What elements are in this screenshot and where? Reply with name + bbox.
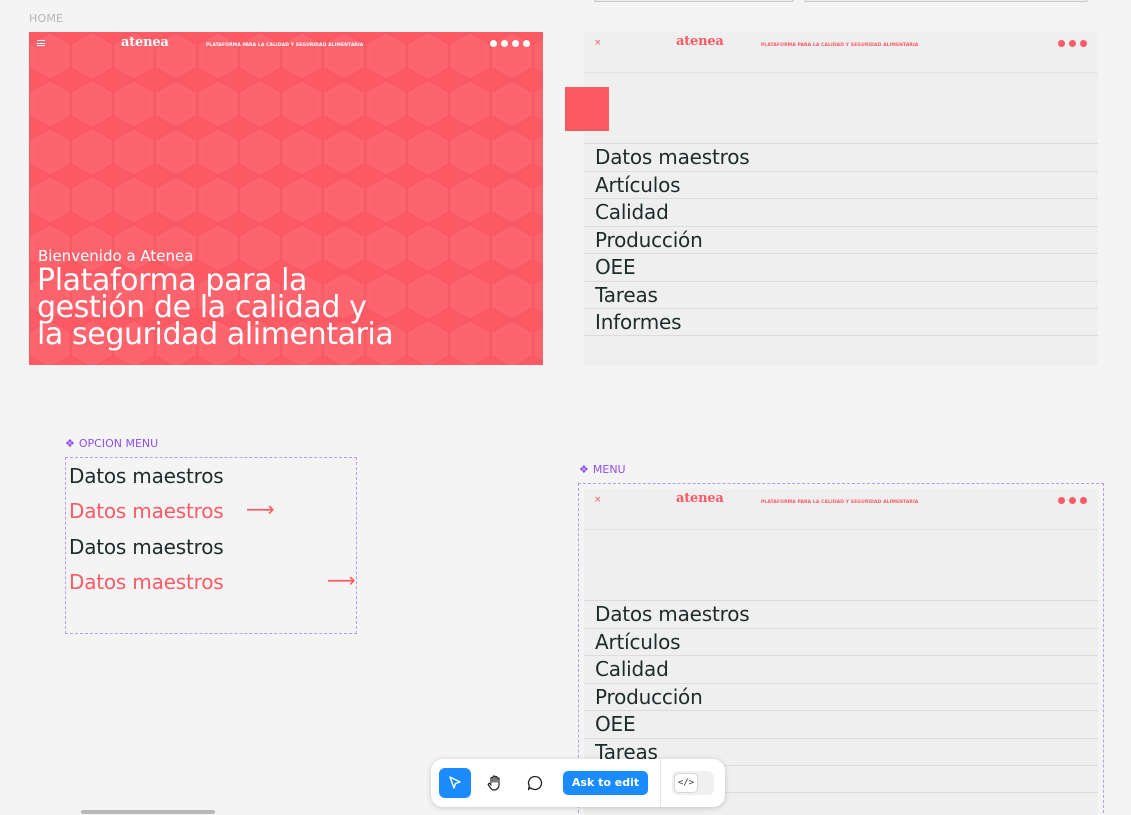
opcion-menu-component[interactable]: Datos maestros Datos maestros ⟶ Datos ma… bbox=[65, 457, 357, 634]
accent-swatch[interactable] bbox=[565, 87, 609, 131]
brand-logo[interactable]: atenea bbox=[676, 491, 724, 506]
component-icon: ❖ bbox=[579, 463, 589, 476]
ask-to-edit-button[interactable]: Ask to edit bbox=[563, 771, 648, 795]
menu-item[interactable]: Artículos bbox=[584, 170, 1098, 199]
menu-item[interactable]: Artículos bbox=[584, 627, 1098, 656]
hand-icon bbox=[487, 775, 500, 791]
menu-item[interactable]: Informes bbox=[584, 308, 1098, 336]
hero-title: Plataforma para la gestión de la calidad… bbox=[37, 266, 397, 352]
header-tagline: PLATAFORMA PARA LA CALIDAD Y SEGURIDAD A… bbox=[761, 43, 919, 48]
menu-item[interactable]: Calidad bbox=[584, 655, 1098, 683]
frame-label-home[interactable]: HOME bbox=[29, 12, 63, 25]
header-icons bbox=[490, 40, 530, 47]
option-default[interactable]: Datos maestros bbox=[69, 535, 224, 559]
menu-item[interactable]: OEE bbox=[584, 253, 1098, 281]
option-hover[interactable]: Datos maestros bbox=[69, 570, 224, 594]
menu-item[interactable]: Producción bbox=[584, 682, 1098, 711]
header-icons bbox=[1058, 497, 1087, 504]
settings-icon[interactable] bbox=[1058, 497, 1065, 504]
menu-item[interactable]: Datos maestros bbox=[584, 143, 1098, 171]
user-icon[interactable] bbox=[512, 40, 519, 47]
pointer-icon bbox=[449, 776, 461, 789]
menu-item[interactable]: Calidad bbox=[584, 198, 1098, 226]
code-icon: </> bbox=[674, 773, 698, 793]
component-name: OPCION MENU bbox=[78, 437, 159, 450]
settings-icon[interactable] bbox=[501, 40, 508, 47]
option-default[interactable]: Datos maestros bbox=[69, 464, 224, 488]
comment-tool-button[interactable] bbox=[519, 768, 551, 798]
brand-logo[interactable]: atenea bbox=[676, 34, 724, 49]
comment-icon bbox=[527, 775, 543, 791]
arrow-right-icon: ⟶ bbox=[327, 568, 356, 592]
menu-open-frame[interactable]: × atenea PLATAFORMA PARA LA CALIDAD Y SE… bbox=[584, 32, 1098, 365]
option-hover[interactable]: Datos maestros bbox=[69, 499, 224, 523]
canvas-toolbar: Ask to edit </> bbox=[431, 759, 725, 807]
home-header: atenea PLATAFORMA PARA LA CALIDAD Y SEGU… bbox=[29, 32, 543, 56]
menu-item[interactable]: OEE bbox=[584, 710, 1098, 738]
hero-title-line: la seguridad alimentaria bbox=[37, 317, 394, 352]
arrow-right-icon: ⟶ bbox=[246, 497, 275, 521]
component-label-opcion-menu[interactable]: ❖ OPCION MENU bbox=[65, 437, 158, 450]
help-icon[interactable] bbox=[490, 40, 497, 47]
globe-icon[interactable] bbox=[523, 40, 530, 47]
frame-fragment bbox=[594, 0, 794, 2]
component-icon: ❖ bbox=[65, 437, 75, 450]
user-icon[interactable] bbox=[1069, 40, 1076, 47]
menu-item[interactable]: Tareas bbox=[584, 280, 1098, 309]
hand-tool-button[interactable] bbox=[479, 768, 511, 798]
globe-icon[interactable] bbox=[1080, 497, 1087, 504]
menu-header: × atenea PLATAFORMA PARA LA CALIDAD Y SE… bbox=[584, 32, 1098, 73]
settings-icon[interactable] bbox=[1058, 40, 1065, 47]
select-tool-button[interactable] bbox=[439, 768, 471, 798]
close-icon[interactable]: × bbox=[594, 38, 602, 48]
hamburger-menu-icon[interactable] bbox=[37, 40, 45, 46]
close-icon[interactable]: × bbox=[594, 495, 602, 505]
header-icons bbox=[1058, 40, 1087, 47]
header-tagline: PLATAFORMA PARA LA CALIDAD Y SEGURIDAD A… bbox=[761, 500, 919, 505]
code-view-toggle[interactable]: </> bbox=[672, 771, 714, 795]
menu-item[interactable]: Datos maestros bbox=[584, 600, 1098, 628]
horizontal-scrollbar[interactable] bbox=[81, 810, 215, 814]
globe-icon[interactable] bbox=[1080, 40, 1087, 47]
brand-logo[interactable]: atenea bbox=[121, 35, 169, 50]
home-hero[interactable]: atenea PLATAFORMA PARA LA CALIDAD Y SEGU… bbox=[29, 32, 543, 365]
menu-header: × atenea PLATAFORMA PARA LA CALIDAD Y SE… bbox=[584, 489, 1098, 530]
frame-fragment bbox=[804, 0, 1088, 2]
component-label-menu[interactable]: ❖ MENU bbox=[579, 463, 626, 476]
user-icon[interactable] bbox=[1069, 497, 1076, 504]
header-tagline: PLATAFORMA PARA LA CALIDAD Y SEGURIDAD A… bbox=[206, 43, 364, 48]
component-name: MENU bbox=[592, 463, 626, 476]
menu-list: Datos maestros Artículos Calidad Producc… bbox=[584, 143, 1098, 336]
menu-item[interactable]: Producción bbox=[584, 225, 1098, 254]
toolbar-divider bbox=[660, 759, 661, 807]
